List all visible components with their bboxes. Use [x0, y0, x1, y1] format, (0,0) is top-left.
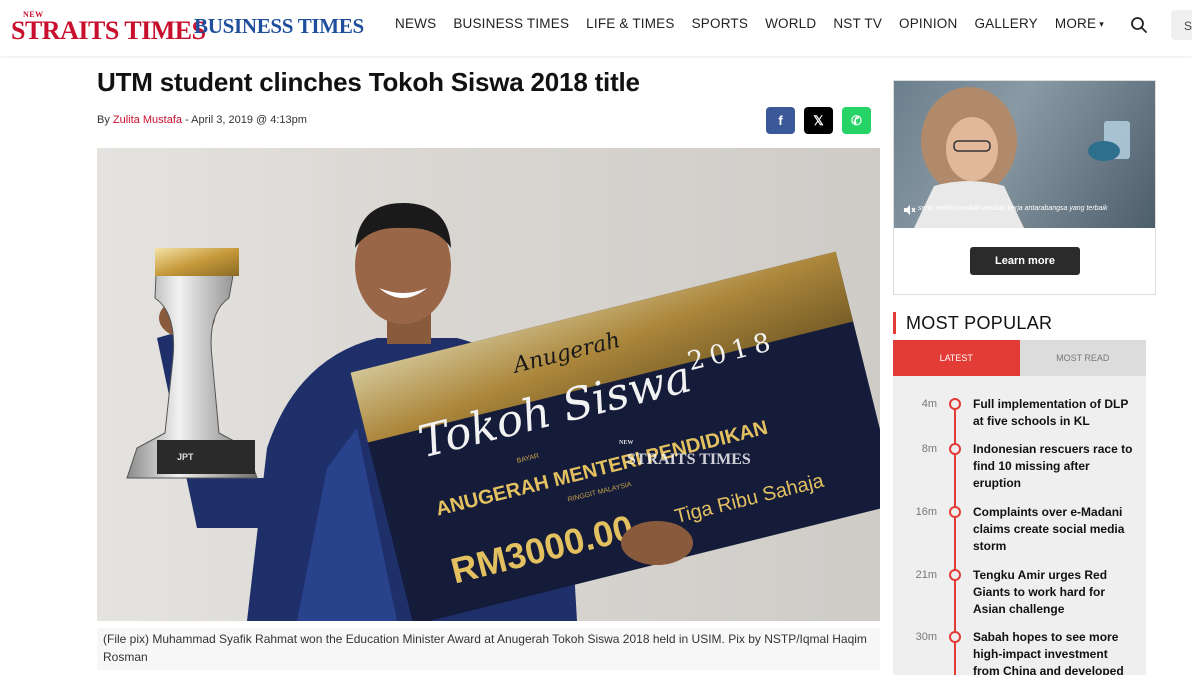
photo-caption: (File pix) Muhammad Syafik Rahmat won th… — [97, 628, 880, 670]
item-title[interactable]: Tengku Amir urges Red Giants to work har… — [973, 567, 1133, 618]
share-x-button[interactable]: 𝕏 — [804, 107, 833, 134]
trophy-base-plate — [157, 440, 255, 474]
nav-item-news[interactable]: NEWS — [395, 16, 436, 31]
article-photo: JPT Anugerah Tokoh Siswa 2018 BAYAR ANUG… — [97, 148, 880, 621]
share-whatsapp-button[interactable]: ✆ — [842, 107, 871, 134]
nav-item-gallery[interactable]: GALLERY — [974, 16, 1037, 31]
top-navigation-bar: NEW STRAITS TIMES BUSINESS TIMES NEWS BU… — [0, 0, 1192, 56]
ad-video[interactable]: serta melaksanakan amalan kerja antaraba… — [894, 81, 1155, 228]
nav-item-sports[interactable]: SPORTS — [692, 16, 748, 31]
timeline-dot-icon — [949, 398, 961, 410]
timeline-dot-icon — [949, 631, 961, 643]
item-time: 21m — [915, 569, 937, 581]
main-nav: NEWS BUSINESS TIMES LIFE & TIMES SPORTS … — [395, 16, 1104, 31]
trophy-label-text: JPT — [177, 452, 194, 462]
subscribe-button-partial[interactable]: S — [1171, 10, 1192, 40]
mute-icon[interactable] — [902, 203, 916, 217]
tab-latest[interactable]: LATEST — [893, 340, 1020, 376]
nav-item-business-times[interactable]: BUSINESS TIMES — [453, 16, 569, 31]
article-byline: By Zulita Mustafa - April 3, 2019 @ 4:13… — [97, 114, 307, 126]
item-time: 8m — [921, 443, 937, 455]
business-times-logo[interactable]: BUSINESS TIMES — [194, 14, 364, 39]
logo-straits-times-text: STRAITS TIMES — [11, 16, 206, 45]
item-title[interactable]: Complaints over e-Madani claims create s… — [973, 504, 1133, 555]
item-time: 16m — [915, 506, 937, 518]
article-photo-illustration: JPT Anugerah Tokoh Siswa 2018 BAYAR ANUG… — [126, 203, 880, 621]
publish-date: - April 3, 2019 @ 4:13pm — [182, 114, 307, 126]
trophy-gold-band — [155, 248, 239, 276]
watermark-new-text: NEW — [619, 440, 633, 446]
item-time: 30m — [915, 631, 937, 643]
ad-subtitle: serta melaksanakan amalan kerja antaraba… — [918, 205, 1108, 212]
most-popular-list: 4m Full implementation of DLP at five sc… — [893, 376, 1146, 675]
tab-most-read[interactable]: MOST READ — [1019, 340, 1146, 376]
byline-prefix: By — [97, 114, 113, 126]
item-time: 4m — [921, 398, 937, 410]
ad-gloved-hand — [1088, 141, 1120, 161]
timeline-dot-icon — [949, 569, 961, 581]
nst-logo[interactable]: NEW STRAITS TIMES — [11, 10, 206, 45]
watermark-text: STRAITS TIMES — [627, 451, 751, 468]
search-icon[interactable] — [1130, 16, 1148, 34]
share-facebook-button[interactable]: f — [766, 107, 795, 134]
most-popular-title: MOST POPULAR — [893, 312, 1052, 334]
facebook-icon: f — [778, 113, 783, 128]
nav-item-more-label: MORE — [1054, 16, 1097, 31]
author-link[interactable]: Zulita Mustafa — [113, 114, 182, 126]
x-icon: 𝕏 — [813, 113, 824, 128]
learn-more-button[interactable]: Learn more — [970, 247, 1080, 275]
nav-item-opinion[interactable]: OPINION — [899, 16, 957, 31]
item-title[interactable]: Sabah hopes to see more high-impact inve… — [973, 629, 1133, 675]
nav-item-world[interactable]: WORLD — [765, 16, 816, 31]
timeline-dot-icon — [949, 506, 961, 518]
nav-item-life-times[interactable]: LIFE & TIMES — [586, 16, 674, 31]
article-headline: UTM student clinches Tokoh Siswa 2018 ti… — [97, 67, 640, 97]
nav-item-more[interactable]: MORE ▾ — [1055, 16, 1104, 31]
most-popular-tabs: LATEST MOST READ — [893, 340, 1146, 376]
nav-item-nst-tv[interactable]: NST TV — [833, 16, 882, 31]
item-title[interactable]: Indonesian rescuers race to find 10 miss… — [973, 441, 1133, 492]
item-title[interactable]: Full implementation of DLP at five schoo… — [973, 396, 1133, 430]
sidebar-advertisement[interactable]: serta melaksanakan amalan kerja antaraba… — [893, 80, 1156, 295]
timeline-dot-icon — [949, 443, 961, 455]
whatsapp-icon: ✆ — [851, 113, 862, 128]
caret-down-icon: ▾ — [1099, 19, 1104, 29]
person-holding-hand — [621, 521, 693, 565]
